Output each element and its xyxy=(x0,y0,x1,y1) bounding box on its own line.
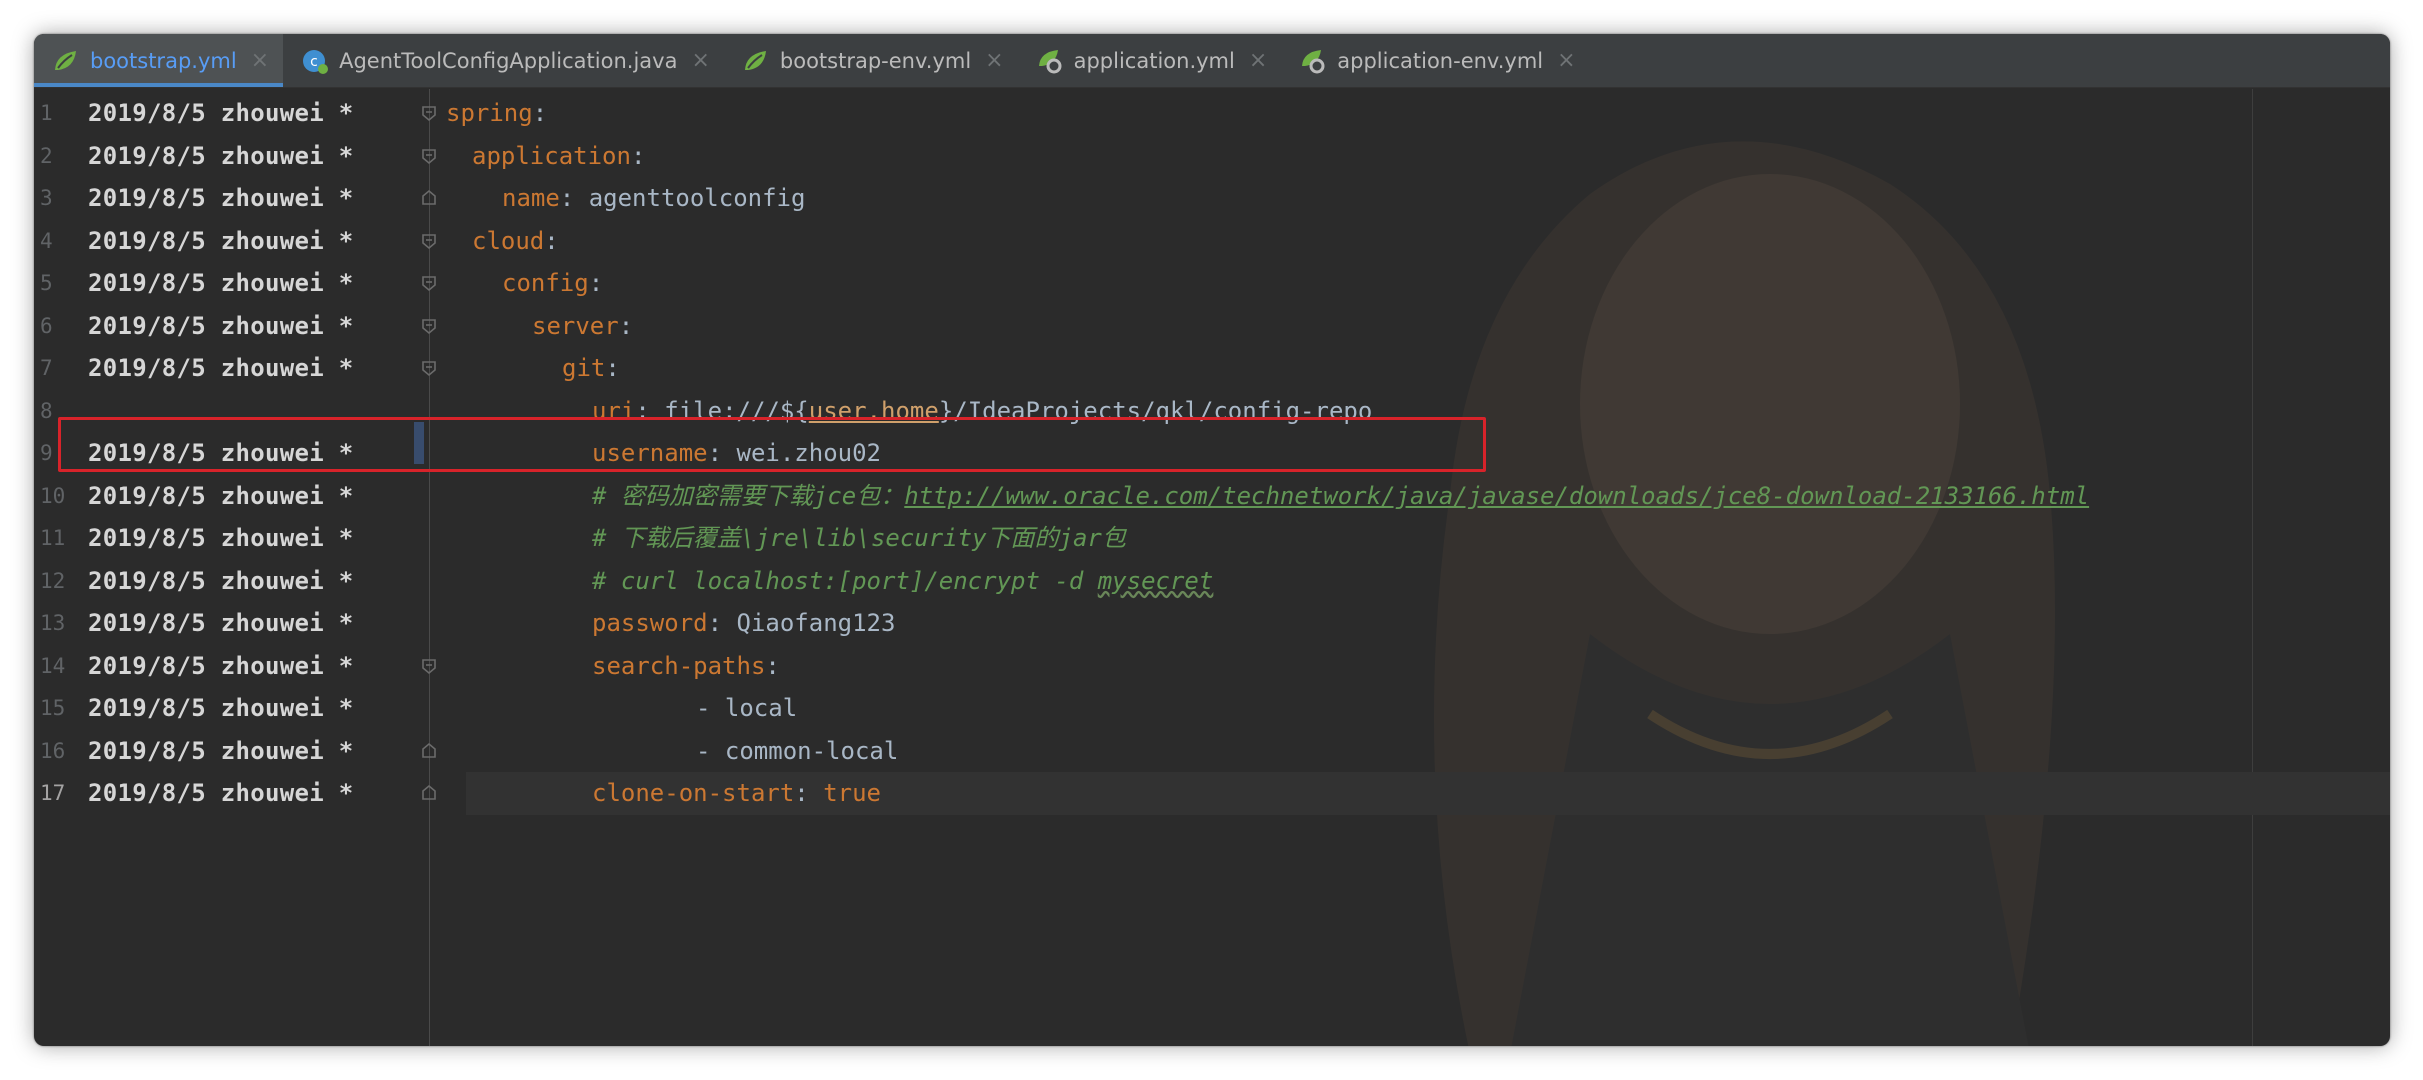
line-number: 2 xyxy=(40,143,53,168)
close-icon[interactable]: × xyxy=(251,48,269,73)
code-line[interactable]: 4 2019/8/5 zhouwei * cloud: xyxy=(34,220,2390,263)
code-line[interactable]: 6 2019/8/5 zhouwei * server: xyxy=(34,305,2390,348)
code-line[interactable]: 3 2019/8/5 zhouwei * name: agenttoolconf… xyxy=(34,177,2390,220)
tab-bootstrap-yml[interactable]: bootstrap.yml × xyxy=(34,34,284,87)
code-editor[interactable]: 1 2019/8/5 zhouwei * spring: 2 2019/8/5 … xyxy=(34,89,2390,1046)
code-line[interactable]: 12 2019/8/5 zhouwei * # curl localhost:[… xyxy=(34,560,2390,603)
code-line[interactable]: 10 2019/8/5 zhouwei * # 密码加密需要下载jce包：htt… xyxy=(34,475,2390,518)
java-class-icon: c xyxy=(303,49,329,74)
blame-annotation[interactable]: 2019/8/5 zhouwei * xyxy=(88,602,354,645)
fold-icon[interactable] xyxy=(420,359,438,377)
fold-icon[interactable] xyxy=(420,274,438,292)
blame-annotation[interactable]: 2019/8/5 zhouwei * xyxy=(88,517,354,560)
close-icon[interactable]: × xyxy=(1557,48,1575,73)
svg-text:c: c xyxy=(310,54,318,70)
line-number: 11 xyxy=(40,526,66,550)
line-number: 1 xyxy=(40,101,53,125)
blame-annotation[interactable]: 2019/8/5 zhouwei * xyxy=(88,560,354,603)
ide-window: bootstrap.yml × c AgentToolConfigApplica… xyxy=(34,34,2390,1046)
blame-annotation[interactable]: 2019/8/5 zhouwei * xyxy=(88,177,354,220)
code-line[interactable]: 7 2019/8/5 zhouwei * git: xyxy=(34,347,2390,390)
code-line[interactable]: 16 2019/8/5 zhouwei * - common-local xyxy=(34,730,2390,773)
code-line[interactable]: 5 2019/8/5 zhouwei * config: xyxy=(34,262,2390,305)
tab-label: bootstrap-env.yml xyxy=(779,48,972,73)
blame-annotation[interactable]: 2019/8/5 zhouwei * xyxy=(88,475,354,518)
code-line[interactable]: 13 2019/8/5 zhouwei * password: Qiaofang… xyxy=(34,602,2390,645)
line-number: 14 xyxy=(40,653,66,678)
line-number: 13 xyxy=(40,611,66,635)
url-link[interactable]: http://www.oracle.com/technetwork/java/j… xyxy=(904,482,2089,510)
blame-annotation[interactable]: 2019/8/5 zhouwei * xyxy=(88,135,354,178)
tab-label: bootstrap.yml xyxy=(90,48,237,73)
blame-annotation[interactable]: 2019/8/5 zhouwei * xyxy=(88,347,354,390)
fold-icon[interactable] xyxy=(420,232,438,250)
blame-annotation[interactable]: 2019/8/5 zhouwei * xyxy=(88,92,354,135)
spring-leaf-icon xyxy=(55,50,76,70)
line-number: 3 xyxy=(40,186,53,210)
close-icon[interactable]: × xyxy=(1249,48,1267,73)
blame-annotation[interactable]: 2019/8/5 zhouwei * xyxy=(88,687,354,730)
tab-application-env-yml[interactable]: application-env.yml × xyxy=(1281,34,1589,87)
blame-annotation[interactable]: 2019/8/5 zhouwei * xyxy=(88,262,354,305)
tab-label: application-env.yml xyxy=(1337,48,1544,73)
code-line-current[interactable]: 17 2019/8/5 zhouwei * clone-on-start: tr… xyxy=(34,772,2390,815)
fold-end-icon[interactable] xyxy=(420,784,438,802)
tab-application-yml[interactable]: application.yml × xyxy=(1018,34,1282,87)
code-line[interactable]: 2 2019/8/5 zhouwei * application: xyxy=(34,135,2390,178)
blame-annotation[interactable]: 2019/8/5 zhouwei * xyxy=(88,772,354,815)
fold-end-icon[interactable] xyxy=(420,189,438,207)
fold-icon[interactable] xyxy=(420,317,438,335)
fold-end-icon[interactable] xyxy=(420,742,438,760)
close-icon[interactable]: × xyxy=(691,48,709,73)
line-number: 17 xyxy=(40,781,66,805)
line-number: 5 xyxy=(40,271,53,295)
blame-annotation[interactable]: 2019/8/5 zhouwei * xyxy=(88,645,354,688)
code-line[interactable]: 11 2019/8/5 zhouwei * # 下载后覆盖\jre\lib\se… xyxy=(34,517,2390,560)
line-number: 10 xyxy=(40,483,66,508)
blame-annotation[interactable]: 2019/8/5 zhouwei * xyxy=(88,305,354,348)
close-icon[interactable]: × xyxy=(985,48,1003,73)
code-line[interactable]: 14 2019/8/5 zhouwei * search-paths: xyxy=(34,645,2390,688)
line-number: 16 xyxy=(40,738,66,763)
code-line[interactable]: 15 2019/8/5 zhouwei * - local xyxy=(34,687,2390,730)
blame-annotation[interactable]: 2019/8/5 zhouwei * xyxy=(88,220,354,263)
spring-gear-icon xyxy=(1038,49,1062,73)
editor-tab-bar: bootstrap.yml × c AgentToolConfigApplica… xyxy=(34,34,2390,88)
fold-icon[interactable] xyxy=(420,104,438,122)
code-line[interactable]: 1 2019/8/5 zhouwei * spring: xyxy=(34,92,2390,135)
tab-label: AgentToolConfigApplication.java xyxy=(339,48,678,73)
line-number: 4 xyxy=(40,228,53,253)
line-number: 12 xyxy=(40,568,66,593)
fold-icon[interactable] xyxy=(420,657,438,675)
spring-leaf-icon xyxy=(744,50,766,70)
annotation-highlight-box xyxy=(58,417,1486,472)
tab-agenttoolconfigapplication-java[interactable]: c AgentToolConfigApplication.java × xyxy=(283,34,724,87)
line-number: 15 xyxy=(40,696,66,720)
blame-annotation[interactable]: 2019/8/5 zhouwei * xyxy=(88,730,354,773)
tab-label: application.yml xyxy=(1073,48,1235,73)
spring-gear-icon xyxy=(1302,49,1325,73)
line-number: 7 xyxy=(40,356,53,380)
fold-icon[interactable] xyxy=(420,147,438,165)
line-number: 6 xyxy=(40,313,53,338)
tab-bootstrap-env-yml[interactable]: bootstrap-env.yml × xyxy=(724,34,1018,87)
